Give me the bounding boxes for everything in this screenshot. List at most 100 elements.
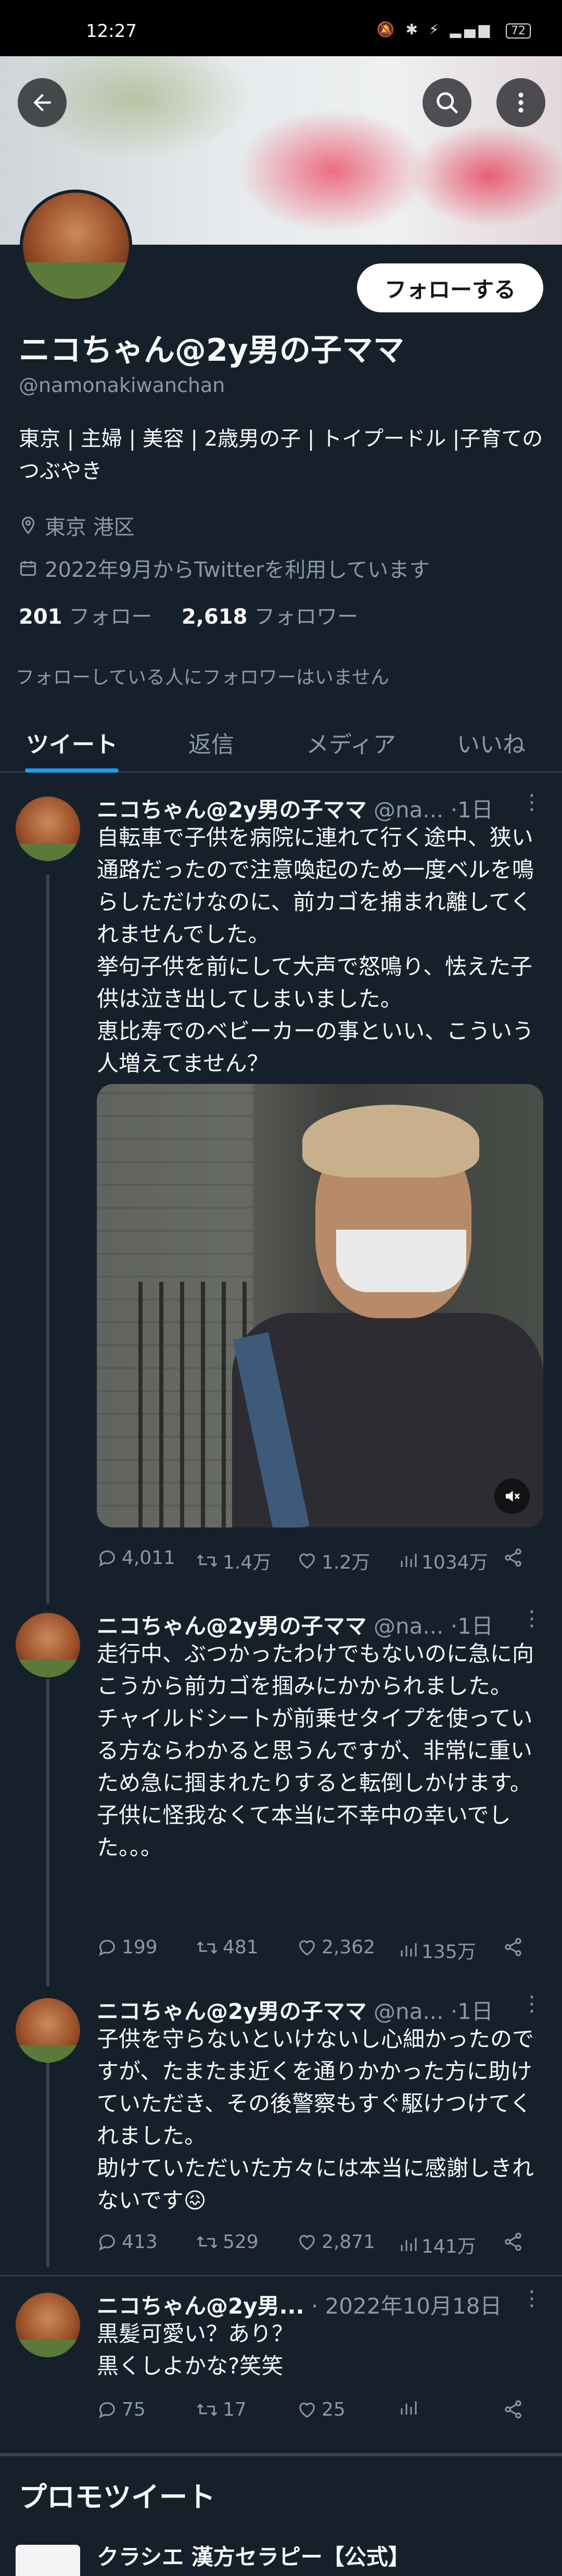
avatar-grass (16, 843, 80, 861)
following-label: フォロー (69, 605, 152, 629)
tweet-author-name[interactable]: ニコちゃん@2y男の子ママ (97, 797, 367, 823)
mutual-followers-note: フォローしている人にフォロワーはいません (16, 667, 389, 688)
views-button[interactable]: 141万 (399, 2231, 476, 2258)
tweet-header: ニコちゃん@2y男の子ママ @na... ·1日 (97, 792, 493, 824)
mute-button[interactable] (494, 1479, 530, 1514)
views-count: 1034万 (422, 1552, 488, 1573)
follow-counts: 201 フォロー 2,618 フォロワー (19, 600, 358, 630)
like-count: 1.2万 (322, 1552, 371, 1573)
tweet-avatar[interactable] (16, 1613, 80, 1677)
views-icon (401, 2238, 417, 2251)
tweet-more-icon[interactable]: ⋮ (521, 790, 542, 814)
reply-button[interactable]: 199 (97, 1937, 158, 1958)
tweet-time: ·1日 (450, 797, 493, 823)
tab-media[interactable]: メディア (306, 726, 396, 759)
views-button[interactable]: 135万 (399, 1937, 476, 1964)
more-button[interactable] (496, 78, 545, 127)
tweet-more-icon[interactable]: ⋮ (521, 2287, 542, 2310)
video-mask (336, 1230, 466, 1292)
promoted-advertiser[interactable]: クラシエ 漢方セラピー【公式】 (97, 2540, 410, 2571)
reply-button[interactable]: 413 (97, 2231, 158, 2253)
profile-avatar[interactable] (20, 190, 132, 302)
tweet-header: ニコちゃん@2y男... · 2022年10月18日 (97, 2289, 502, 2320)
promoted-tweets-heading: プロモツイート (19, 2481, 215, 2514)
avatar-grass (16, 2340, 80, 2357)
status-bar: 12:27 🔕 ✱ ⚡ ▂▄▆ 72 (0, 0, 562, 56)
followers-link[interactable]: 2,618 フォロワー (182, 605, 358, 629)
tweet-text: 自転車で子供を病院に連れて行く途中、狭い通路だったので注意喚起のため一度ベルを鳴… (97, 825, 534, 1076)
share-button[interactable] (503, 2399, 523, 2420)
tweet-time: ·1日 (450, 1999, 493, 2024)
avatar-grass (16, 1660, 80, 1677)
more-vertical-icon (518, 92, 523, 113)
share-button[interactable] (503, 1547, 523, 1568)
tab-tweets[interactable]: ツイート (26, 726, 118, 759)
tab-likes[interactable]: いいね (457, 726, 526, 759)
status-time: 12:27 (86, 21, 137, 42)
reply-button[interactable]: 75 (97, 2399, 146, 2420)
share-button[interactable] (503, 2231, 523, 2252)
like-count: 25 (322, 2399, 346, 2420)
status-icons: 🔕 ✱ ⚡ ▂▄▆ 72 (377, 21, 531, 39)
thread-line (46, 875, 49, 1603)
share-icon (505, 1548, 521, 1567)
like-count: 2,871 (322, 2231, 376, 2253)
reply-count: 413 (122, 2231, 158, 2253)
tweet-avatar[interactable] (16, 797, 80, 861)
search-button[interactable] (423, 78, 471, 127)
calendar-icon (20, 561, 36, 576)
tweet-divider (0, 2275, 562, 2276)
tweet-author-name[interactable]: ニコちゃん@2y男... (97, 2293, 304, 2319)
tweet-author-name[interactable]: ニコちゃん@2y男の子ママ (97, 1999, 367, 2024)
profile-handle: @namonakiwanchan (19, 374, 225, 397)
tweet-avatar[interactable] (16, 1998, 80, 2063)
reply-icon (98, 1939, 115, 1956)
tweet-more-icon[interactable]: ⋮ (521, 1992, 542, 2016)
retweet-button[interactable]: 1.4万 (196, 1547, 271, 1574)
tweet-text: 黒髪可愛い？あり？ 黒くしよかな?笑笑 (97, 2321, 294, 2379)
tweet-author-handle: @na... (373, 797, 444, 823)
tweet-text: 子供を守らないといけないし心細かったのですが、たまたま近くを通りかかった方に助け… (97, 2026, 534, 2213)
retweet-count: 481 (223, 1937, 259, 1958)
share-button[interactable] (503, 1937, 523, 1958)
retweet-button[interactable]: 481 (196, 1937, 259, 1958)
like-button[interactable]: 1.2万 (297, 1547, 370, 1574)
avatar-grass (23, 262, 129, 299)
tweet-avatar[interactable] (16, 2293, 80, 2357)
like-button[interactable]: 25 (297, 2399, 346, 2420)
retweet-count: 17 (223, 2399, 247, 2420)
views-button[interactable]: 1034万 (399, 1547, 488, 1574)
tweet-header: ニコちゃん@2y男の子ママ @na... ·1日 (97, 1994, 493, 2026)
heart-icon (299, 1554, 315, 1569)
reply-icon (98, 1550, 115, 1567)
reply-button[interactable]: 4,011 (97, 1547, 175, 1569)
tweet-author-name[interactable]: ニコちゃん@2y男の子ママ (97, 1613, 367, 1639)
following-link[interactable]: 201 フォロー (19, 605, 152, 629)
share-icon (505, 1938, 521, 1956)
tab-replies[interactable]: 返信 (188, 726, 234, 759)
retweet-button[interactable]: 17 (196, 2399, 247, 2420)
reply-count: 199 (122, 1937, 158, 1958)
views-icon (401, 2401, 417, 2415)
back-button[interactable] (18, 78, 67, 127)
retweet-icon (197, 2236, 218, 2249)
tweet-author-handle: @na... (373, 1613, 444, 1639)
promoted-avatar[interactable] (16, 2545, 80, 2576)
like-button[interactable]: 2,871 (297, 2231, 375, 2253)
views-button[interactable] (399, 2399, 422, 2418)
joined-text: 2022年9月からTwitterを利用しています (45, 558, 430, 582)
views-icon (401, 1943, 417, 1956)
search-icon (437, 92, 458, 114)
like-button[interactable]: 2,362 (297, 1937, 375, 1958)
profile-bio: 東京 | 主婦 | 美容 | 2歳男の子 | トイプードル |子育てのつぶやき (19, 427, 543, 483)
location-text: 東京 港区 (45, 515, 135, 539)
tweet-actions: 4,011 1.4万 1.2万 1034万 (97, 1547, 529, 1575)
profile-joined: 2022年9月からTwitterを利用しています (19, 553, 430, 583)
tweet-video[interactable] (97, 1084, 543, 1527)
profile-location: 東京 港区 (19, 510, 135, 540)
tweet-actions: 413 529 2,871 141万 (97, 2231, 529, 2259)
follow-button[interactable]: フォローする (357, 263, 543, 312)
reply-icon (98, 2402, 115, 2418)
tweet-more-icon[interactable]: ⋮ (521, 1607, 542, 1631)
retweet-button[interactable]: 529 (196, 2231, 259, 2253)
